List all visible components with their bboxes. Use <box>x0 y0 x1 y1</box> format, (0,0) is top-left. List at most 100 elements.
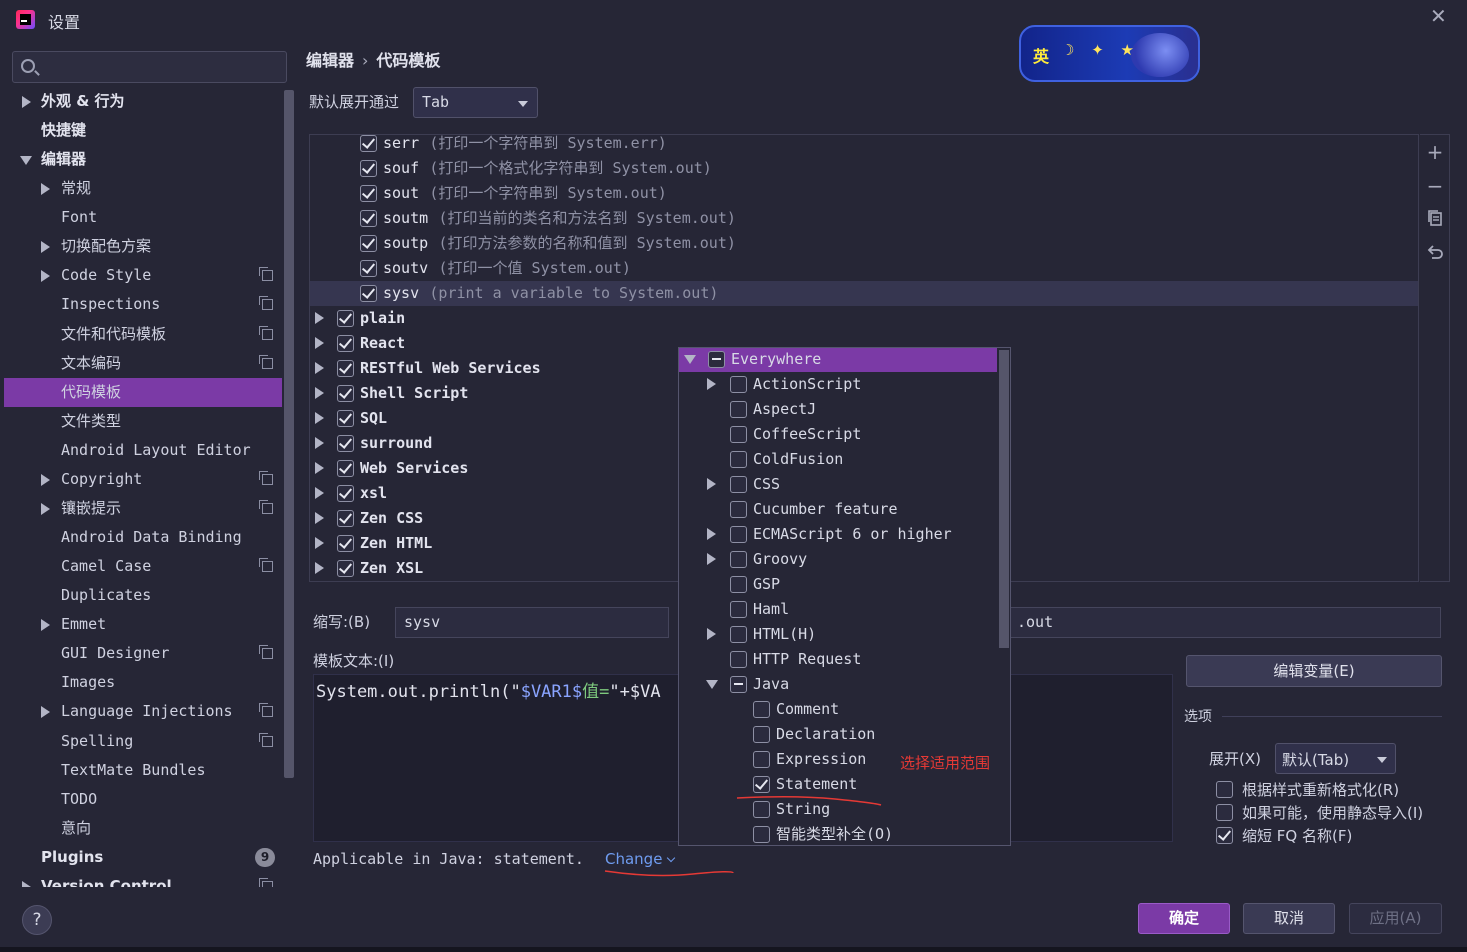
template-checkbox[interactable] <box>360 185 377 202</box>
context-scope-item[interactable]: Groovy <box>679 547 997 572</box>
template-item[interactable]: sout (打印一个字符串到 System.out) <box>310 181 1418 206</box>
chevron-right-icon[interactable] <box>315 512 324 524</box>
template-checkbox[interactable] <box>360 285 377 302</box>
chevron-right-icon[interactable] <box>315 412 324 424</box>
context-scope-item[interactable]: Cucumber feature <box>679 497 997 522</box>
sidebar-item[interactable]: Inspections <box>4 290 282 319</box>
help-button[interactable]: ? <box>22 905 52 935</box>
template-checkbox[interactable] <box>360 135 377 152</box>
chevron-right-icon[interactable] <box>315 562 324 574</box>
chevron-right-icon[interactable] <box>315 312 324 324</box>
context-scope-checkbox[interactable] <box>753 751 770 768</box>
context-scope-item[interactable]: 智能类型补全(O) <box>679 822 997 845</box>
context-scope-item[interactable]: Comment <box>679 697 997 722</box>
context-scope-item[interactable]: GSP <box>679 572 997 597</box>
chevron-right-icon[interactable] <box>707 528 716 540</box>
chevron-right-icon[interactable] <box>41 270 50 283</box>
sidebar-item[interactable]: Spelling <box>4 727 282 756</box>
sidebar-item[interactable]: Android Data Binding <box>4 523 282 552</box>
popup-scrollbar[interactable] <box>999 350 1009 648</box>
expand-via-select[interactable]: Tab <box>413 87 538 118</box>
chevron-right-icon[interactable] <box>707 628 716 640</box>
context-scope-checkbox[interactable] <box>730 526 747 543</box>
context-scope-checkbox[interactable] <box>730 376 747 393</box>
context-scope-checkbox[interactable] <box>753 701 770 718</box>
context-scope-checkbox[interactable] <box>730 501 747 518</box>
sidebar-item[interactable]: GUI Designer <box>4 639 282 668</box>
template-item[interactable]: soutm (打印当前的类名和方法名到 System.out) <box>310 206 1418 231</box>
sidebar-item[interactable]: Images <box>4 668 282 697</box>
chevron-right-icon[interactable] <box>22 880 31 887</box>
context-scope-checkbox[interactable] <box>730 676 747 693</box>
ime-status-badge[interactable]: 英 ☽ ✦ ★ <box>1019 25 1200 82</box>
template-item[interactable]: soutp (打印方法参数的名称和值到 System.out) <box>310 231 1418 256</box>
sidebar-item[interactable]: Android Layout Editor <box>4 436 282 465</box>
chevron-right-icon[interactable] <box>707 478 716 490</box>
sidebar-item[interactable]: Language Injections <box>4 697 282 726</box>
sidebar-item[interactable]: 文件和代码模板 <box>4 320 282 349</box>
chevron-right-icon[interactable] <box>41 241 50 254</box>
shorten-fq-checkbox[interactable] <box>1216 827 1233 844</box>
description-input[interactable]: .out <box>1008 607 1441 638</box>
context-scope-checkbox[interactable] <box>730 601 747 618</box>
chevron-right-icon[interactable] <box>315 537 324 549</box>
expand-with-select[interactable]: 默认(Tab) <box>1275 743 1396 774</box>
template-item[interactable]: serr (打印一个字符串到 System.err) <box>310 135 1418 156</box>
context-scope-item[interactable]: Haml <box>679 597 997 622</box>
context-scope-checkbox[interactable] <box>730 476 747 493</box>
template-group-checkbox[interactable] <box>337 460 354 477</box>
context-scope-checkbox[interactable] <box>730 451 747 468</box>
context-scope-checkbox[interactable] <box>753 726 770 743</box>
chevron-right-icon[interactable] <box>41 502 50 515</box>
cancel-button[interactable]: 取消 <box>1243 903 1335 934</box>
template-checkbox[interactable] <box>360 210 377 227</box>
context-scope-checkbox[interactable] <box>730 626 747 643</box>
template-group-checkbox[interactable] <box>337 560 354 577</box>
template-group-checkbox[interactable] <box>337 535 354 552</box>
context-scope-checkbox[interactable] <box>730 651 747 668</box>
context-scope-item[interactable]: Java <box>679 672 997 697</box>
template-group-checkbox[interactable] <box>337 485 354 502</box>
sidebar-item[interactable]: 外观 & 行为 <box>4 87 282 116</box>
template-item[interactable]: souf (打印一个格式化字符串到 System.out) <box>310 156 1418 181</box>
context-scope-item[interactable]: CSS <box>679 472 997 497</box>
edit-variables-button[interactable]: 编辑变量(E) <box>1186 655 1442 687</box>
chevron-right-icon[interactable] <box>315 337 324 349</box>
sidebar-item[interactable]: 代码模板 <box>4 377 282 407</box>
sidebar-item[interactable]: Font <box>4 203 282 232</box>
sidebar-item[interactable]: Code Style <box>4 261 282 290</box>
sidebar-item[interactable]: Version Control <box>4 872 282 887</box>
context-scope-item[interactable]: Declaration <box>679 722 997 747</box>
chevron-right-icon[interactable] <box>41 619 50 632</box>
chevron-right-icon[interactable] <box>315 387 324 399</box>
template-checkbox[interactable] <box>360 235 377 252</box>
template-group-checkbox[interactable] <box>337 310 354 327</box>
sidebar-item[interactable]: Copyright <box>4 465 282 494</box>
context-scope-item[interactable]: ColdFusion <box>679 447 997 472</box>
sidebar-item[interactable]: Emmet <box>4 610 282 639</box>
sidebar-item[interactable]: 编辑器 <box>4 145 282 174</box>
context-scope-checkbox[interactable] <box>730 401 747 418</box>
chevron-right-icon[interactable] <box>315 437 324 449</box>
context-scope-item[interactable]: Everywhere <box>679 348 997 372</box>
chevron-right-icon[interactable] <box>41 706 50 719</box>
settings-search-input[interactable] <box>12 51 287 83</box>
template-group[interactable]: plain <box>310 306 1418 331</box>
sidebar-item[interactable]: Duplicates <box>4 581 282 610</box>
template-checkbox[interactable] <box>360 260 377 277</box>
template-item[interactable]: soutv (打印一个值 System.out) <box>310 256 1418 281</box>
abbreviation-input[interactable]: sysv <box>395 607 669 638</box>
remove-icon[interactable]: − <box>1424 175 1446 197</box>
reformat-checkbox[interactable] <box>1216 781 1233 798</box>
context-scope-checkbox[interactable] <box>708 351 725 368</box>
context-scope-checkbox[interactable] <box>753 776 770 793</box>
add-icon[interactable]: + <box>1424 141 1446 163</box>
chevron-down-icon[interactable] <box>684 355 696 364</box>
template-group-checkbox[interactable] <box>337 360 354 377</box>
context-scope-item[interactable]: ActionScript <box>679 372 997 397</box>
context-scope-checkbox[interactable] <box>730 576 747 593</box>
chevron-right-icon[interactable] <box>315 462 324 474</box>
sidebar-item[interactable]: 文件类型 <box>4 407 282 436</box>
chevron-right-icon[interactable] <box>41 473 50 486</box>
close-icon[interactable]: ✕ <box>1430 4 1447 28</box>
